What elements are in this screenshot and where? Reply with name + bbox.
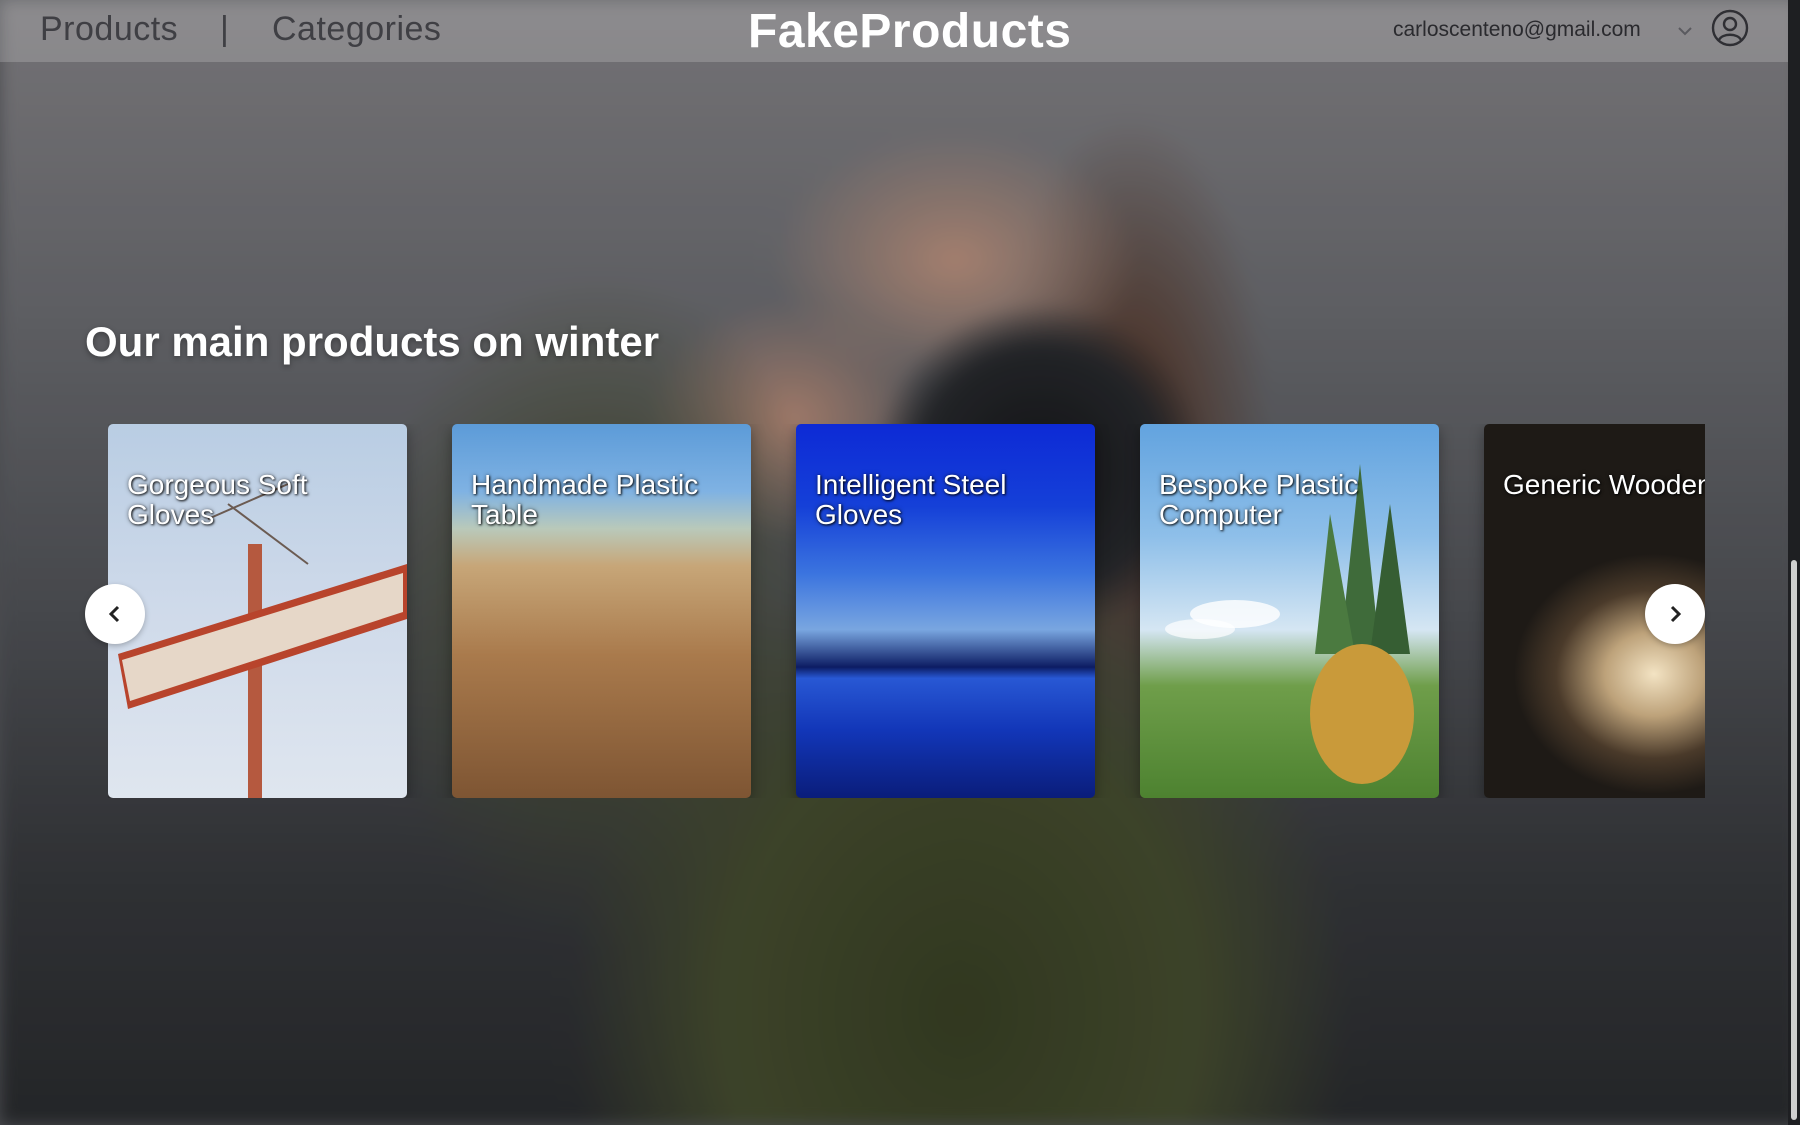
chevron-left-icon <box>108 605 120 623</box>
brand-logo-text[interactable]: FakeProducts <box>748 4 1071 59</box>
scrollbar-thumb[interactable] <box>1791 560 1797 1120</box>
top-header: Products | Categories FakeProducts carlo… <box>0 0 1788 62</box>
nav-products-link[interactable]: Products <box>40 10 178 49</box>
section-title: Our main products on winter <box>85 318 660 365</box>
product-card[interactable]: Handmade Plastic Table <box>452 424 751 798</box>
product-card-title: Bespoke Plastic Computer <box>1159 469 1359 530</box>
page-scrollbar[interactable] <box>1788 0 1800 1125</box>
nav-separator: | <box>220 10 229 48</box>
product-card-title: Intelligent Steel Gloves <box>815 469 1007 530</box>
nav-categories-link[interactable]: Categories <box>272 10 441 49</box>
carousel-prev-button[interactable] <box>85 584 145 644</box>
chevron-right-icon <box>1670 605 1682 623</box>
product-card-title: Handmade Plastic Table <box>471 469 699 530</box>
product-card[interactable]: Gorgeous Soft Gloves <box>108 424 407 798</box>
user-circle-icon[interactable] <box>1711 9 1749 47</box>
product-carousel: Gorgeous Soft Gloves Handmade Plastic Ta… <box>108 424 1705 798</box>
carousel-next-button[interactable] <box>1645 584 1705 644</box>
product-card[interactable]: Intelligent Steel Gloves <box>796 424 1095 798</box>
product-card-title: Generic Wooden Car <box>1503 469 1705 500</box>
user-email-menu[interactable]: carloscenteno@gmail.com <box>1393 18 1641 42</box>
product-card[interactable]: Bespoke Plastic Computer <box>1140 424 1439 798</box>
chevron-down-icon[interactable] <box>1676 22 1694 40</box>
product-card-title: Gorgeous Soft Gloves <box>127 469 308 530</box>
